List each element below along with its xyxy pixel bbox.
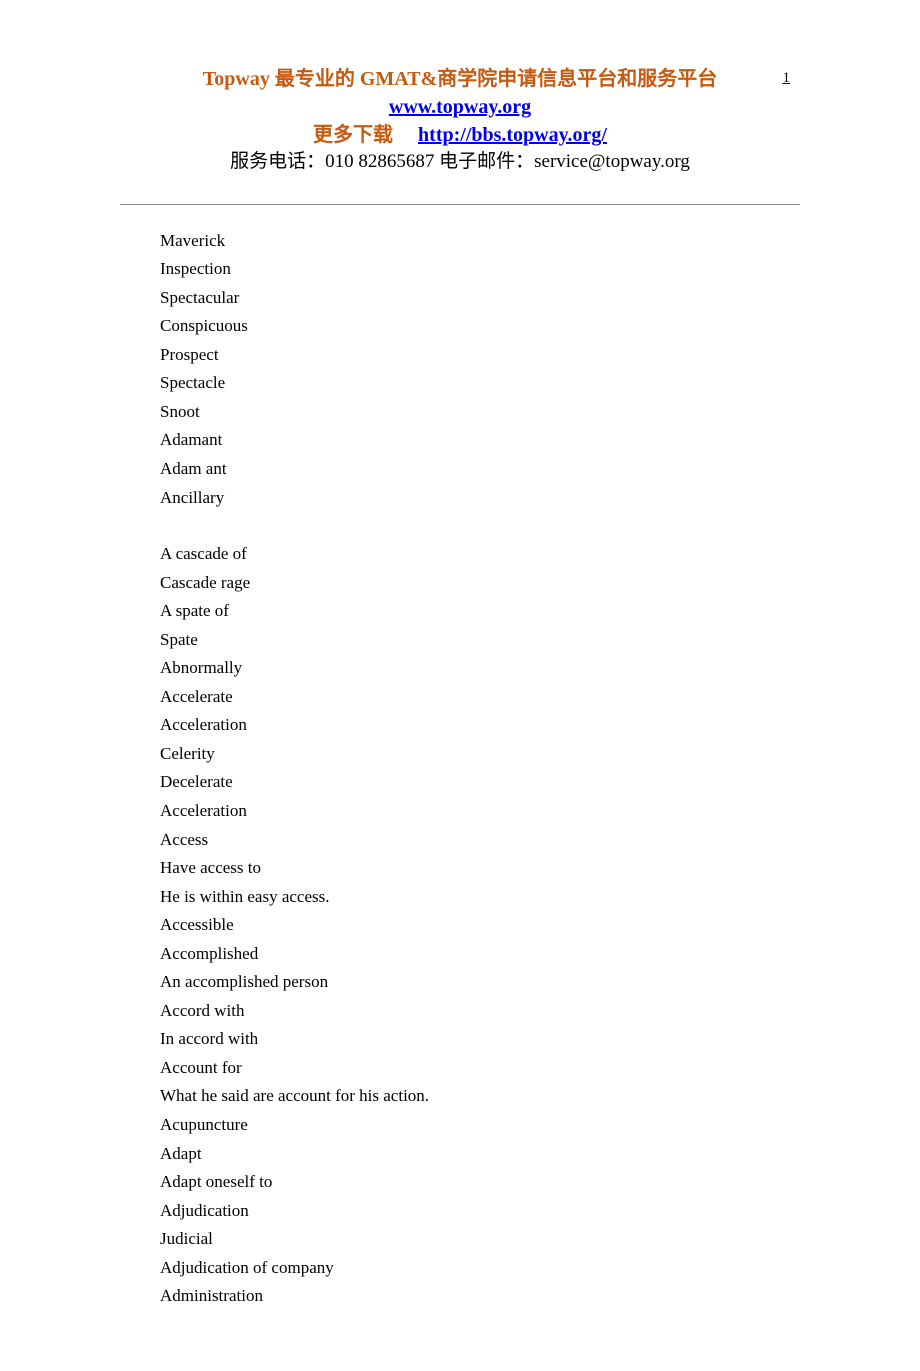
word-item: What he said are account for his action. xyxy=(160,1082,800,1111)
word-item: Acupuncture xyxy=(160,1111,800,1140)
word-item: Acceleration xyxy=(160,711,800,740)
word-item: Conspicuous xyxy=(160,312,800,341)
word-item: Ancillary xyxy=(160,484,800,513)
header-divider xyxy=(120,204,800,205)
word-item: Decelerate xyxy=(160,768,800,797)
word-item: Snoot xyxy=(160,398,800,427)
header-link-bbs[interactable]: http://bbs.topway.org/ xyxy=(418,124,607,146)
word-item: Spectacle xyxy=(160,369,800,398)
word-item: Adapt oneself to xyxy=(160,1168,800,1197)
word-item: Account for xyxy=(160,1054,800,1083)
word-item: Adam ant xyxy=(160,455,800,484)
word-list-container: MaverickInspectionSpectacularConspicuous… xyxy=(120,227,800,1311)
word-item: Judicial xyxy=(160,1225,800,1254)
word-item: Cascade rage xyxy=(160,569,800,598)
word-item: Access xyxy=(160,826,800,855)
word-item: Abnormally xyxy=(160,654,800,683)
word-item: Adjudication xyxy=(160,1197,800,1226)
word-item: Adjudication of company xyxy=(160,1254,800,1283)
word-item: Accord with xyxy=(160,997,800,1026)
word-item: In accord with xyxy=(160,1025,800,1054)
header-link-main[interactable]: www.topway.org xyxy=(389,96,531,118)
group-gap xyxy=(160,512,800,540)
word-item: Administration xyxy=(160,1282,800,1311)
word-item: Accessible xyxy=(160,911,800,940)
word-item: Adamant xyxy=(160,426,800,455)
header-title: Topway 最专业的 GMAT&商学院申请信息平台和服务平台 xyxy=(120,65,800,93)
download-label: 更多下载 xyxy=(313,124,393,146)
word-item: A spate of xyxy=(160,597,800,626)
word-item: Spate xyxy=(160,626,800,655)
word-item: An accomplished person xyxy=(160,968,800,997)
word-item: Acceleration xyxy=(160,797,800,826)
contact-info: 服务电话：010 82865687 电子邮件：service@topway.or… xyxy=(120,149,800,176)
word-item: Celerity xyxy=(160,740,800,769)
word-item: Maverick xyxy=(160,227,800,256)
word-item: Accomplished xyxy=(160,940,800,969)
word-item: Inspection xyxy=(160,255,800,284)
word-item: A cascade of xyxy=(160,540,800,569)
word-group-2: A cascade ofCascade rageA spate ofSpateA… xyxy=(160,540,800,1311)
word-item: Spectacular xyxy=(160,284,800,313)
word-item: Accelerate xyxy=(160,683,800,712)
word-item: Prospect xyxy=(160,341,800,370)
word-item: Have access to xyxy=(160,854,800,883)
word-item: Adapt xyxy=(160,1140,800,1169)
word-group-1: MaverickInspectionSpectacularConspicuous… xyxy=(160,227,800,512)
document-page: 1 Topway 最专业的 GMAT&商学院申请信息平台和服务平台 www.to… xyxy=(0,0,920,1371)
page-number: 1 xyxy=(783,70,791,87)
word-item: He is within easy access. xyxy=(160,883,800,912)
document-header: Topway 最专业的 GMAT&商学院申请信息平台和服务平台 www.topw… xyxy=(120,65,800,176)
